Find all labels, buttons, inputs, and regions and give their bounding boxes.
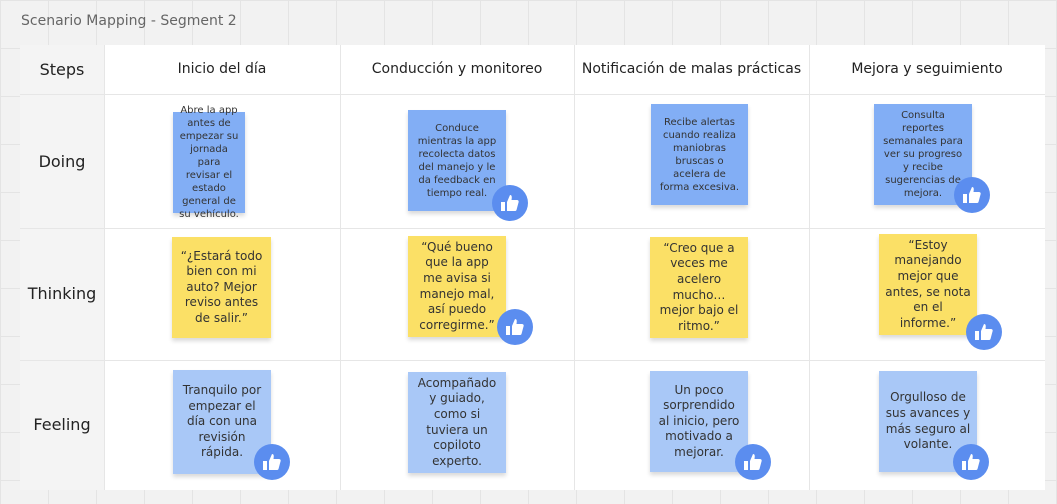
column-header: Mejora y seguimiento bbox=[851, 61, 1003, 77]
thumbs-up-icon[interactable] bbox=[735, 444, 771, 480]
board-title: Scenario Mapping - Segment 2 bbox=[21, 13, 237, 29]
thumbs-up-icon[interactable] bbox=[254, 444, 290, 480]
thumbs-up-icon[interactable] bbox=[497, 309, 533, 345]
thumbs-up-icon[interactable] bbox=[966, 314, 1002, 350]
sticky-note[interactable]: Recibe alertas cuando realiza maniobras … bbox=[651, 104, 748, 205]
sticky-note[interactable]: “¿Estará todo bien con mi auto? Mejor re… bbox=[172, 237, 271, 338]
sticky-note[interactable]: Conduce mientras la app recolecta datos … bbox=[408, 110, 506, 211]
thumbs-up-icon[interactable] bbox=[953, 444, 989, 480]
sticky-note[interactable]: “Creo que a veces me acelero mucho… mejo… bbox=[650, 237, 748, 338]
column-header: Conducción y monitoreo bbox=[371, 61, 543, 77]
column-header: Notificación de malas prácticas bbox=[581, 61, 802, 77]
sticky-note[interactable]: “Estoy manejando mejor que antes, se not… bbox=[879, 234, 977, 335]
sticky-note[interactable]: Un poco sorprendido al inicio, pero moti… bbox=[650, 371, 748, 472]
row-label-feeling: Feeling bbox=[33, 415, 91, 434]
row-label-thinking: Thinking bbox=[27, 284, 97, 303]
steps-label: Steps bbox=[39, 60, 85, 79]
sticky-note[interactable]: Acompañado y guiado, como si tuviera un … bbox=[408, 372, 506, 473]
thumbs-up-icon[interactable] bbox=[954, 177, 990, 213]
column-header: Inicio del día bbox=[177, 61, 267, 77]
row-label-doing: Doing bbox=[38, 152, 86, 171]
sticky-note[interactable]: “Qué bueno que la app me avisa si manejo… bbox=[408, 236, 506, 337]
thumbs-up-icon[interactable] bbox=[492, 185, 528, 221]
sticky-note[interactable]: Abre la app antes de empezar su jornada … bbox=[173, 105, 245, 220]
